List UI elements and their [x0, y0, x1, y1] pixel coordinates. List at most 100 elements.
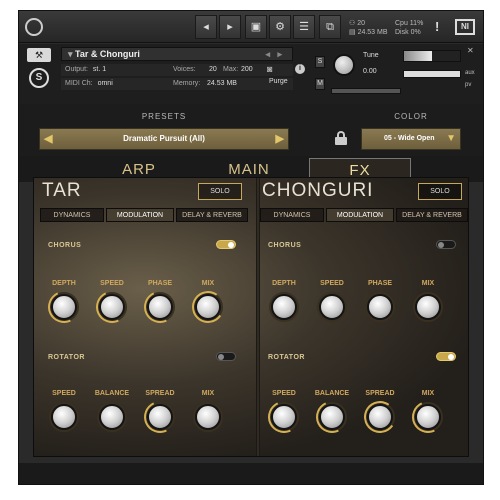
- midi-row[interactable]: MIDI Ch: omni Memory: 24.53 MB: [61, 78, 293, 90]
- chorus-label: CHORUS: [48, 242, 82, 249]
- instrument-title: CHONGURI: [262, 180, 374, 201]
- tab-modulation[interactable]: MODULATION: [326, 208, 394, 222]
- fx-panel: TAR SOLO DYNAMICS MODULATION DELAY & REV…: [33, 177, 469, 457]
- color-name: 05 - Wide Open: [384, 135, 435, 142]
- chevron-down-icon: ▼: [446, 133, 456, 144]
- alert-indicator[interactable]: !: [435, 19, 439, 34]
- tab-delay-reverb[interactable]: DELAY & REVERB: [396, 208, 468, 222]
- mix-knob[interactable]: [189, 288, 227, 326]
- preset-prev-icon[interactable]: ◀: [44, 129, 52, 149]
- instrument-logo-icon[interactable]: S: [29, 68, 49, 88]
- output-value[interactable]: st. 1: [93, 66, 106, 73]
- solo-button[interactable]: SOLO: [418, 183, 462, 200]
- phase-knob[interactable]: [139, 286, 181, 328]
- next-button[interactable]: ▸: [219, 15, 241, 39]
- phase-label: PHASE: [147, 280, 173, 287]
- kontakt-window: ◂ ▸ ▣ ⚙ ☰ ⧉ ⚇ 20 ▤ 24.53 MB Cpu 11% Disk…: [18, 10, 484, 485]
- output-row[interactable]: Output: st. 1 Voices: 20 Max: 200: [61, 64, 293, 76]
- tune-knob[interactable]: [333, 54, 355, 76]
- volume-slider[interactable]: [403, 70, 461, 78]
- rotator-label: ROTATOR: [48, 354, 85, 361]
- spread-knob[interactable]: [361, 398, 399, 436]
- presets-area: PRESETS ◀ Dramatic Pursuit (All) ▶ COLOR…: [19, 104, 483, 156]
- aux-label: aux: [465, 70, 475, 76]
- balance-label: BALANCE: [94, 390, 130, 397]
- cpu-disk-readout: Cpu 11% Disk 0%: [395, 19, 423, 37]
- speed-knob[interactable]: [319, 294, 345, 320]
- pan-slider[interactable]: [331, 88, 401, 94]
- solo-s-button[interactable]: S: [315, 56, 325, 68]
- phase-knob[interactable]: [367, 294, 393, 320]
- speed-knob[interactable]: [91, 286, 133, 328]
- top-toolbar: ◂ ▸ ▣ ⚙ ☰ ⧉ ⚇ 20 ▤ 24.53 MB Cpu 11% Disk…: [19, 11, 483, 43]
- mix-knob[interactable]: [415, 294, 441, 320]
- voices-value: 20: [209, 66, 217, 73]
- tab-modulation[interactable]: MODULATION: [106, 208, 174, 222]
- gear-icon[interactable]: ⚙: [269, 15, 291, 39]
- camera-icon[interactable]: ◙: [267, 64, 272, 74]
- preset-next-icon[interactable]: ▶: [276, 129, 284, 149]
- speed-label: SPEED: [100, 280, 124, 287]
- mix-knob[interactable]: [195, 404, 221, 430]
- info-icon[interactable]: i: [295, 64, 305, 74]
- depth-knob[interactable]: [43, 286, 85, 328]
- rotator-toggle[interactable]: [216, 352, 236, 361]
- instrument-header: ⚒ S ▾ Tar & Chonguri ◂ ▸ Output: st. 1 Vo…: [19, 44, 483, 104]
- balance-knob[interactable]: [99, 404, 125, 430]
- bottom-strip: [19, 463, 483, 484]
- cpu-label: Cpu: [395, 20, 408, 27]
- midi-value[interactable]: omni: [98, 80, 113, 87]
- mix-label: MIX: [201, 390, 215, 397]
- close-icon[interactable]: ✕: [467, 46, 474, 55]
- mute-m-button[interactable]: M: [315, 78, 325, 90]
- voices-label: Voices:: [173, 66, 196, 73]
- ni-logo-icon[interactable]: NI: [455, 19, 475, 35]
- voices-count: 20: [357, 20, 366, 27]
- tab-delay-reverb[interactable]: DELAY & REVERB: [176, 208, 248, 222]
- spread-knob[interactable]: [139, 396, 181, 438]
- color-selector[interactable]: 05 - Wide Open ▼: [361, 128, 461, 150]
- depth-label: DEPTH: [272, 280, 296, 287]
- pv-label: pv: [465, 82, 472, 88]
- max-label: Max:: [223, 66, 239, 73]
- save-icon[interactable]: ▣: [245, 15, 267, 39]
- speed-knob[interactable]: [51, 404, 77, 430]
- window-icon[interactable]: ⧉: [319, 15, 341, 39]
- mix-label: MIX: [201, 280, 215, 287]
- rotator-toggle[interactable]: [436, 352, 456, 361]
- tab-dynamics[interactable]: DYNAMICS: [40, 208, 104, 222]
- kontakt-logo-icon[interactable]: [25, 18, 43, 36]
- cpu-value: 11%: [409, 20, 424, 27]
- mix-label: MIX: [421, 280, 435, 287]
- speed-knob[interactable]: [263, 396, 305, 438]
- tune-value[interactable]: 0.00: [363, 68, 377, 75]
- preset-selector[interactable]: ◀ Dramatic Pursuit (All) ▶: [39, 128, 289, 150]
- speed-label: SPEED: [320, 280, 344, 287]
- memory-readout: 24.53 MB: [357, 29, 388, 36]
- tab-dynamics[interactable]: DYNAMICS: [260, 208, 324, 222]
- depth-label: DEPTH: [52, 280, 76, 287]
- lock-icon[interactable]: [335, 131, 347, 145]
- mix-knob[interactable]: [407, 396, 449, 438]
- prev-button[interactable]: ◂: [195, 15, 217, 39]
- wrench-icon[interactable]: ⚒: [27, 48, 51, 62]
- max-value[interactable]: 200: [241, 64, 253, 76]
- midi-label: MIDI Ch:: [65, 80, 93, 87]
- rack-view-icon[interactable]: ☰: [293, 15, 315, 39]
- tar-panel: TAR SOLO DYNAMICS MODULATION DELAY & REV…: [38, 178, 248, 450]
- volume-meter[interactable]: [403, 50, 461, 62]
- instrument-name-bar[interactable]: ▾ Tar & Chonguri ◂ ▸: [61, 47, 293, 61]
- phase-label: PHASE: [367, 280, 393, 287]
- solo-button[interactable]: SOLO: [198, 183, 242, 200]
- balance-knob[interactable]: [311, 396, 353, 438]
- preset-name: Dramatic Pursuit (All): [123, 134, 205, 143]
- purge-button[interactable]: Purge: [269, 78, 288, 85]
- chorus-toggle[interactable]: [436, 240, 456, 249]
- tune-label: Tune: [363, 52, 379, 59]
- depth-knob[interactable]: [271, 294, 297, 320]
- rotator-label: ROTATOR: [268, 354, 305, 361]
- chorus-toggle[interactable]: [216, 240, 236, 249]
- spread-label: SPREAD: [365, 390, 395, 397]
- presets-label: PRESETS: [141, 112, 187, 121]
- balance-label: BALANCE: [314, 390, 350, 397]
